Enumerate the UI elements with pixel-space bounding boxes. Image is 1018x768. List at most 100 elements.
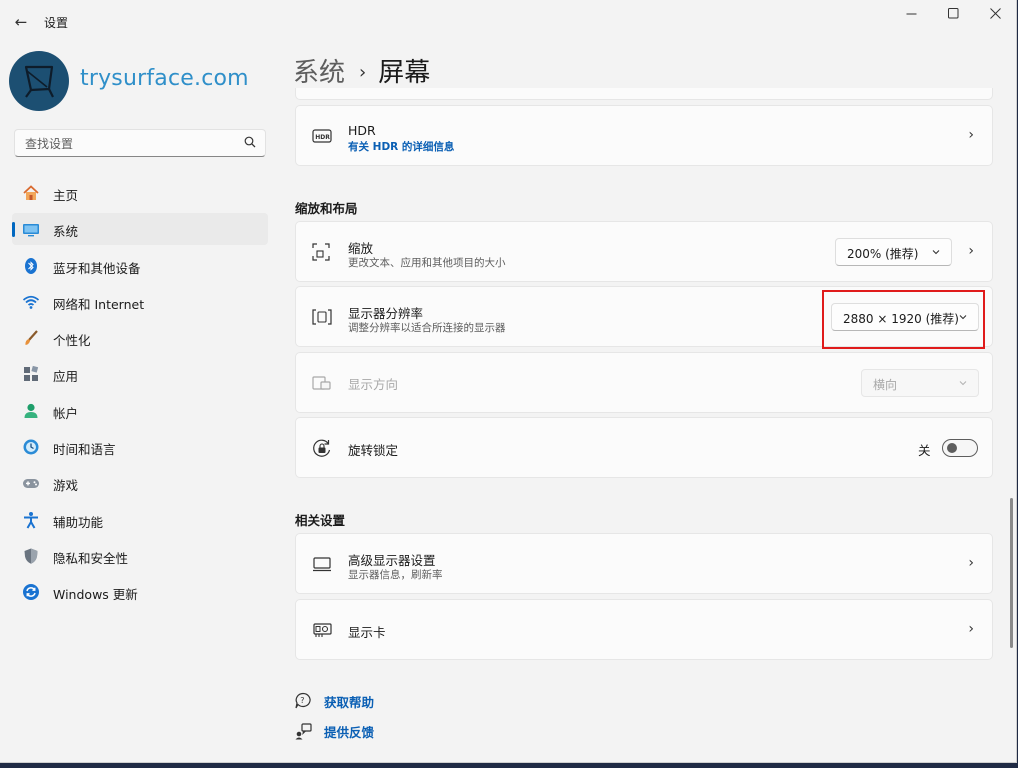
sidebar-item-privacy[interactable]: 隐私和安全性 xyxy=(12,540,268,572)
avatar[interactable] xyxy=(9,51,69,111)
maximize-icon xyxy=(947,8,958,19)
rotation-lock-toggle[interactable] xyxy=(942,439,978,457)
sidebar-item-label: 应用 xyxy=(53,369,79,385)
rotation-lock-title: 旋转锁定 xyxy=(348,443,399,458)
feedback-icon xyxy=(295,723,312,740)
section-title-related: 相关设置 xyxy=(295,513,346,528)
svg-text:HDR: HDR xyxy=(315,134,330,141)
sidebar-item-gaming[interactable]: 游戏 xyxy=(12,467,268,499)
chevron-right-icon: › xyxy=(968,127,974,143)
selection-indicator xyxy=(12,222,15,238)
minimize-icon xyxy=(906,13,916,15)
orientation-card: 显示方向 横向 xyxy=(295,352,993,413)
chevron-down-icon xyxy=(959,381,967,386)
close-icon xyxy=(989,8,1001,19)
highlight-box xyxy=(822,290,985,349)
hdr-icon: HDR xyxy=(312,129,332,143)
breadcrumb-parent[interactable]: 系统 xyxy=(293,58,345,88)
scale-subtitle: 更改文本、应用和其他项目的大小 xyxy=(348,257,506,269)
sidebar-item-windows-update[interactable]: Windows 更新 xyxy=(12,576,268,608)
sidebar-item-label: Windows 更新 xyxy=(53,587,138,603)
close-button[interactable] xyxy=(973,4,1016,28)
title-bar: ← 设置 xyxy=(0,0,1016,44)
brush-icon xyxy=(25,330,38,346)
sidebar-item-label: 帐户 xyxy=(53,405,79,421)
search-box[interactable] xyxy=(14,129,266,157)
gamepad-icon xyxy=(23,479,39,489)
accessibility-icon xyxy=(24,511,38,529)
chevron-right-icon: › xyxy=(968,243,974,259)
scrollbar-thumb[interactable] xyxy=(1010,498,1013,648)
sidebar-item-label: 系统 xyxy=(53,224,79,240)
sidebar-item-network[interactable]: 网络和 Internet xyxy=(12,286,268,318)
graphics-title: 显示卡 xyxy=(348,625,386,640)
hdr-learn-more-link[interactable]: 有关 HDR 的详细信息 xyxy=(348,139,454,154)
sidebar-item-label: 个性化 xyxy=(53,333,91,349)
sidebar-item-accessibility[interactable]: 辅助功能 xyxy=(12,504,268,536)
sidebar-item-personalization[interactable]: 个性化 xyxy=(12,322,268,354)
monitor-icon xyxy=(313,557,331,572)
resolution-subtitle: 调整分辨率以适合所连接的显示器 xyxy=(348,322,506,334)
chevron-down-icon xyxy=(932,250,940,255)
breadcrumb: 系统 › 屏幕 xyxy=(293,52,430,89)
sidebar-item-time-language[interactable]: 时间和语言 xyxy=(12,431,268,463)
scale-icon xyxy=(312,243,330,261)
sidebar-item-label: 蓝牙和其他设备 xyxy=(53,260,141,276)
scale-dropdown[interactable]: 200% (推荐) xyxy=(835,238,952,266)
advanced-display-subtitle: 显示器信息，刷新率 xyxy=(348,569,443,581)
shield-icon xyxy=(24,548,38,564)
sidebar-item-label: 时间和语言 xyxy=(53,442,116,458)
rotation-lock-state: 关 xyxy=(918,443,931,458)
advanced-display-card[interactable]: 高级显示器设置 显示器信息，刷新率 › xyxy=(295,533,993,594)
search-input[interactable] xyxy=(23,134,237,154)
resolution-icon xyxy=(312,309,332,325)
sidebar-item-label: 辅助功能 xyxy=(53,514,104,530)
chevron-right-icon: › xyxy=(968,621,974,637)
feedback-label: 提供反馈 xyxy=(324,725,375,740)
sidebar-item-bluetooth[interactable]: 蓝牙和其他设备 xyxy=(12,250,268,282)
help-icon: ? xyxy=(295,692,311,709)
system-icon xyxy=(23,224,39,237)
scale-card[interactable]: 缩放 更改文本、应用和其他项目的大小 200% (推荐) › xyxy=(295,221,993,282)
time-language-icon xyxy=(23,439,39,455)
update-icon xyxy=(23,584,39,601)
sidebar-item-home[interactable]: 主页 xyxy=(12,177,268,209)
get-help-label: 获取帮助 xyxy=(324,695,375,710)
section-title-scale-layout: 缩放和布局 xyxy=(295,201,358,216)
account-icon xyxy=(24,403,38,418)
sidebar-item-label: 主页 xyxy=(53,188,79,203)
hdr-card[interactable]: HDR HDR 有关 HDR 的详细信息 › xyxy=(295,105,993,166)
orientation-dropdown-value: 横向 xyxy=(873,378,898,392)
orientation-icon xyxy=(312,376,331,390)
hdr-title: HDR xyxy=(348,123,376,138)
settings-window: ← 设置 trysurface.com 查找设置 主页 系统 蓝牙和其他设备 网… xyxy=(0,0,1017,763)
toggle-knob xyxy=(947,443,957,453)
app-title: 设置 xyxy=(44,16,69,30)
sidebar-item-label: 隐私和安全性 xyxy=(53,550,129,566)
sidebar-item-accounts[interactable]: 帐户 xyxy=(12,395,268,427)
orientation-dropdown[interactable]: 横向 xyxy=(861,369,979,397)
graphics-card[interactable]: 显示卡 › xyxy=(295,599,993,660)
minimize-button[interactable] xyxy=(889,4,933,28)
brand-text: trysurface.com xyxy=(80,66,249,91)
breadcrumb-separator: › xyxy=(359,62,367,83)
graphics-card-icon xyxy=(313,623,332,637)
maximize-button[interactable] xyxy=(931,4,975,28)
sidebar-item-system[interactable]: 系统 xyxy=(12,213,268,246)
orientation-title: 显示方向 xyxy=(348,377,399,392)
rotation-lock-card: 旋转锁定 关 xyxy=(295,417,993,478)
chevron-right-icon: › xyxy=(968,555,974,571)
search-icon[interactable] xyxy=(244,136,256,148)
scale-dropdown-value: 200% (推荐) xyxy=(847,247,919,261)
apps-icon xyxy=(24,366,39,382)
page-title: 屏幕 xyxy=(378,58,431,88)
sidebar-item-label: 游戏 xyxy=(53,478,79,494)
sidebar-item-label: 网络和 Internet xyxy=(53,296,145,312)
sidebar-item-apps[interactable]: 应用 xyxy=(12,358,268,390)
svg-text:?: ? xyxy=(300,696,304,705)
rotation-lock-icon xyxy=(313,439,331,457)
bluetooth-icon xyxy=(25,257,37,274)
home-icon xyxy=(23,185,39,200)
surface-logo-icon xyxy=(24,65,54,98)
back-button[interactable]: ← xyxy=(12,12,30,32)
